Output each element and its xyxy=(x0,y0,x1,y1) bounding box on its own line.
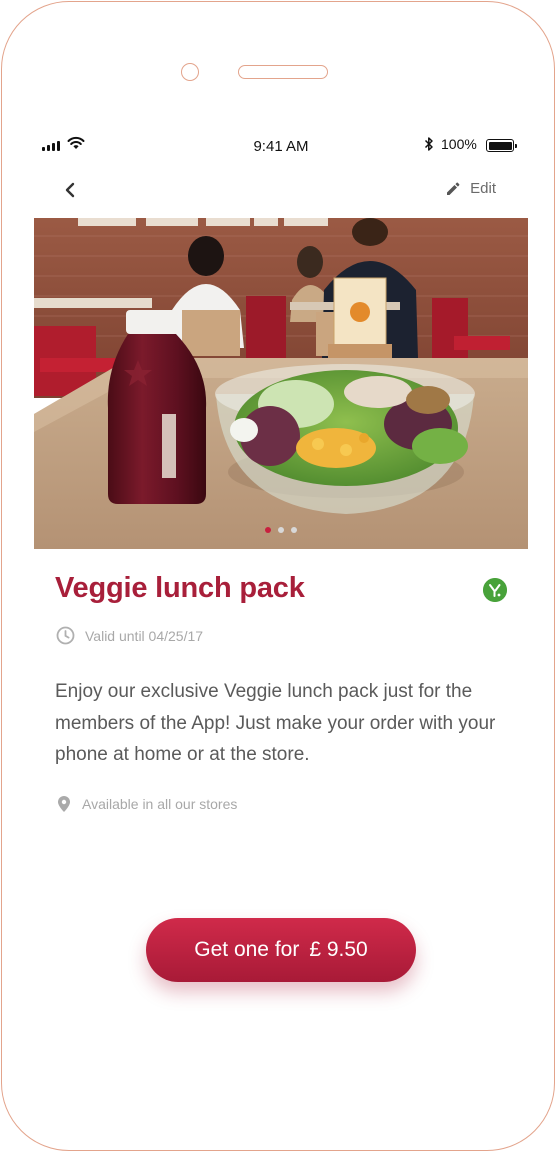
battery-icon xyxy=(486,139,517,152)
bluetooth-icon xyxy=(424,137,433,151)
carousel-dot[interactable] xyxy=(265,527,271,533)
validity-text: Valid until 04/25/17 xyxy=(85,627,204,644)
location-pin-icon xyxy=(58,796,70,812)
carousel-dot[interactable] xyxy=(291,527,297,533)
vegetarian-icon xyxy=(483,578,507,602)
availability-text: Available in all our stores xyxy=(82,796,238,812)
navigation-bar: Edit xyxy=(34,170,528,208)
front-camera xyxy=(181,63,199,81)
offer-title: Veggie lunch pack xyxy=(55,572,305,604)
product-photo xyxy=(34,218,528,549)
edit-button[interactable]: Edit xyxy=(446,180,496,197)
edit-label: Edit xyxy=(470,180,496,197)
pencil-icon xyxy=(447,182,460,195)
offer-description: Enjoy our exclusive Veggie lunch pack ju… xyxy=(55,681,496,765)
validity-row: Valid until 04/25/17 xyxy=(56,626,203,645)
cta-label: Get one for xyxy=(194,938,300,961)
chevron-left-icon[interactable] xyxy=(60,179,82,201)
get-one-button[interactable]: Get one for £ 9.50 xyxy=(146,918,416,982)
clock-icon xyxy=(56,626,75,645)
availability-row: Available in all our stores xyxy=(58,796,237,812)
earpiece-speaker xyxy=(238,65,328,79)
status-bar: 9:41 AM 100% xyxy=(34,130,528,160)
carousel-indicator[interactable] xyxy=(34,527,528,533)
battery-percentage: 100% xyxy=(441,136,477,152)
carousel-dot[interactable] xyxy=(278,527,284,533)
product-image-carousel[interactable] xyxy=(34,218,528,549)
cta-price: £ 9.50 xyxy=(309,938,368,961)
